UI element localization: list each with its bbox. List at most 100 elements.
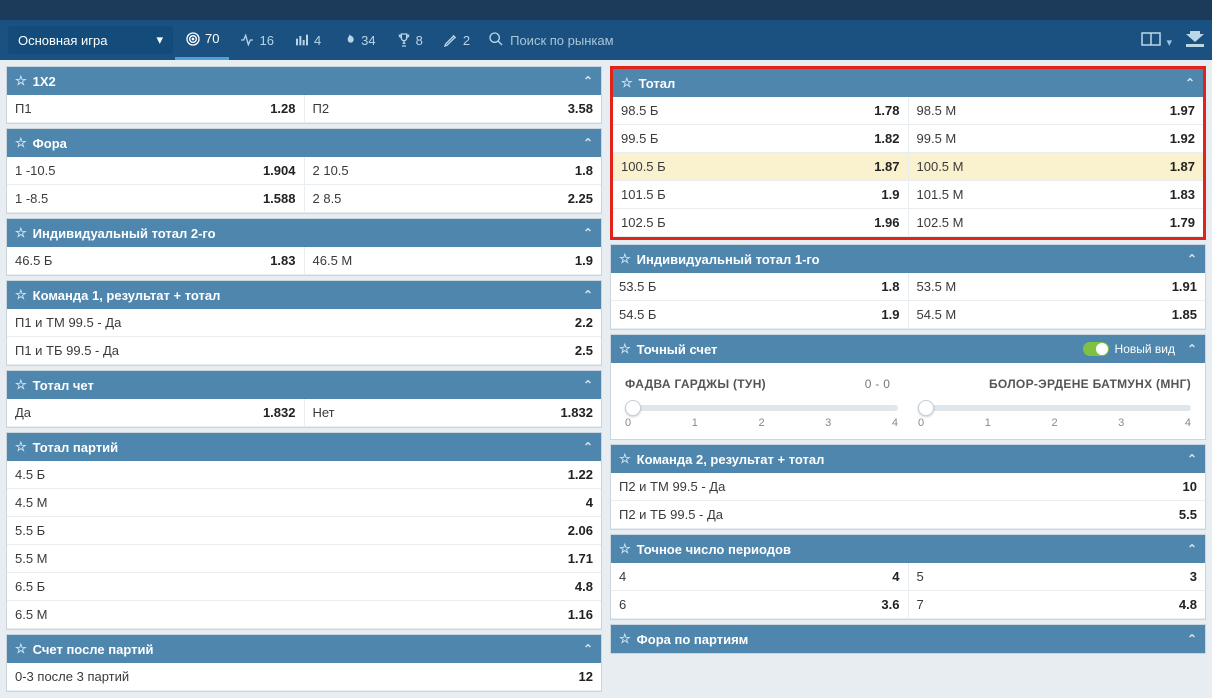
panel-header[interactable]: ☆Тотал партий⌃ xyxy=(7,433,601,461)
star-icon[interactable]: ☆ xyxy=(15,135,27,151)
collapse-icon[interactable]: ⌃ xyxy=(583,642,593,656)
odds-value: 1.588 xyxy=(256,191,296,206)
star-icon[interactable]: ☆ xyxy=(15,225,27,241)
odds-cell[interactable]: П1 и ТМ 99.5 - Да2.2 xyxy=(7,309,601,337)
odds-cell[interactable]: 2 8.52.25 xyxy=(305,185,602,213)
score-slider[interactable]: 01234 xyxy=(918,405,1191,429)
download-icon[interactable] xyxy=(1186,31,1204,50)
odds-cell[interactable]: 2 10.51.8 xyxy=(305,157,602,185)
star-icon[interactable]: ☆ xyxy=(15,641,27,657)
odds-cell[interactable]: 46.5 М1.9 xyxy=(305,247,602,275)
odds-cell[interactable]: 74.8 xyxy=(909,591,1206,619)
odds-cell[interactable]: П2 и ТМ 99.5 - Да10 xyxy=(611,473,1205,501)
collapse-icon[interactable]: ⌃ xyxy=(583,136,593,150)
odds-cell[interactable]: 98.5 М1.97 xyxy=(909,97,1204,125)
panel-header[interactable]: ☆Точное число периодов⌃ xyxy=(611,535,1205,563)
odds-cell[interactable]: 4.5 М4 xyxy=(7,489,601,517)
star-icon[interactable]: ☆ xyxy=(621,75,633,91)
odds-cell[interactable]: 1 -8.51.588 xyxy=(7,185,305,213)
collapse-icon[interactable]: ⌃ xyxy=(1187,452,1197,466)
odds-cell[interactable]: 102.5 М1.79 xyxy=(909,209,1204,237)
game-mode-select[interactable]: Основная игра ▾ xyxy=(8,26,173,54)
panel-header[interactable]: ☆1Х2⌃ xyxy=(7,67,601,95)
odds-cell[interactable]: 101.5 Б1.9 xyxy=(613,181,909,209)
odds-cell[interactable]: 44 xyxy=(611,563,909,591)
odds-cell[interactable]: 0-3 после 3 партий12 xyxy=(7,663,601,691)
star-icon[interactable]: ☆ xyxy=(15,287,27,303)
collapse-icon[interactable]: ⌃ xyxy=(1187,542,1197,556)
odds-cell[interactable]: П2 и ТБ 99.5 - Да5.5 xyxy=(611,501,1205,529)
layout-icon[interactable]: ▾ xyxy=(1141,32,1172,49)
toolbar-filter-pencil[interactable]: 2 xyxy=(433,20,480,60)
collapse-icon[interactable]: ⌃ xyxy=(583,74,593,88)
star-icon[interactable]: ☆ xyxy=(15,73,27,89)
collapse-icon[interactable]: ⌃ xyxy=(583,288,593,302)
collapse-icon[interactable]: ⌃ xyxy=(583,378,593,392)
collapse-icon[interactable]: ⌃ xyxy=(1187,632,1197,646)
toolbar-filter-trophy[interactable]: 8 xyxy=(386,20,433,60)
odds-cell[interactable]: 1 -10.51.904 xyxy=(7,157,305,185)
panel-header[interactable]: ☆Команда 2, результат + тотал⌃ xyxy=(611,445,1205,473)
new-view-toggle[interactable]: Новый вид xyxy=(1083,342,1175,356)
odds-cell[interactable]: П23.58 xyxy=(305,95,602,123)
star-icon[interactable]: ☆ xyxy=(619,251,631,267)
toolbar-filter-flame[interactable]: 34 xyxy=(331,20,385,60)
toolbar-filter-bars[interactable]: 4 xyxy=(284,20,331,60)
panel-header[interactable]: ☆Точный счетНовый вид⌃ xyxy=(611,335,1205,363)
odds-cell[interactable]: 54.5 Б1.9 xyxy=(611,301,909,329)
odds-cell[interactable]: 102.5 Б1.96 xyxy=(613,209,909,237)
odds-cell[interactable]: 63.6 xyxy=(611,591,909,619)
odds-cell[interactable]: 6.5 М1.16 xyxy=(7,601,601,629)
star-icon[interactable]: ☆ xyxy=(15,377,27,393)
collapse-icon[interactable]: ⌃ xyxy=(1187,342,1197,356)
odds-cell[interactable]: 53 xyxy=(909,563,1206,591)
odds-cell[interactable]: 100.5 Б1.87 xyxy=(613,153,909,181)
collapse-icon[interactable]: ⌃ xyxy=(583,226,593,240)
search-icon[interactable] xyxy=(488,31,504,50)
search-input[interactable] xyxy=(510,33,730,48)
score-slider[interactable]: 01234 xyxy=(625,405,898,429)
collapse-icon[interactable]: ⌃ xyxy=(583,440,593,454)
odds-cell[interactable]: 4.5 Б1.22 xyxy=(7,461,601,489)
panel-title: Фора по партиям xyxy=(637,632,749,647)
odds-cell[interactable]: 6.5 Б4.8 xyxy=(7,573,601,601)
star-icon[interactable]: ☆ xyxy=(15,439,27,455)
slider-thumb[interactable] xyxy=(625,400,641,416)
odds-cell[interactable]: 100.5 М1.87 xyxy=(909,153,1204,181)
star-icon[interactable]: ☆ xyxy=(619,341,631,357)
odds-cell[interactable]: П1 и ТБ 99.5 - Да2.5 xyxy=(7,337,601,365)
odds-value: 1.91 xyxy=(1157,279,1197,294)
odds-cell[interactable]: Да1.832 xyxy=(7,399,305,427)
panel-header[interactable]: ☆Тотал чет⌃ xyxy=(7,371,601,399)
odds-cell[interactable]: П11.28 xyxy=(7,95,305,123)
star-icon[interactable]: ☆ xyxy=(619,451,631,467)
market-panel: ☆Команда 2, результат + тотал⌃П2 и ТМ 99… xyxy=(610,444,1206,530)
odds-cell[interactable]: 53.5 М1.91 xyxy=(909,273,1206,301)
star-icon[interactable]: ☆ xyxy=(619,631,631,647)
slider-thumb[interactable] xyxy=(918,400,934,416)
odds-cell[interactable]: Нет1.832 xyxy=(305,399,602,427)
odds-cell[interactable]: 101.5 М1.83 xyxy=(909,181,1204,209)
odds-value: 4 xyxy=(553,495,593,510)
star-icon[interactable]: ☆ xyxy=(619,541,631,557)
odds-cell[interactable]: 46.5 Б1.83 xyxy=(7,247,305,275)
collapse-icon[interactable]: ⌃ xyxy=(1187,252,1197,266)
odds-cell[interactable]: 54.5 М1.85 xyxy=(909,301,1206,329)
panel-header[interactable]: ☆ Фора по партиям ⌃ xyxy=(611,625,1205,653)
market-row: 0-3 после 3 партий12 xyxy=(7,663,601,691)
collapse-icon[interactable]: ⌃ xyxy=(1185,76,1195,90)
panel-header[interactable]: ☆Тотал⌃ xyxy=(613,69,1203,97)
panel-header[interactable]: ☆Фора⌃ xyxy=(7,129,601,157)
toolbar-filter-timeline[interactable]: 16 xyxy=(229,20,283,60)
odds-cell[interactable]: 5.5 М1.71 xyxy=(7,545,601,573)
panel-header[interactable]: ☆Индивидуальный тотал 1-го⌃ xyxy=(611,245,1205,273)
panel-header[interactable]: ☆Индивидуальный тотал 2-го⌃ xyxy=(7,219,601,247)
panel-header[interactable]: ☆Команда 1, результат + тотал⌃ xyxy=(7,281,601,309)
odds-cell[interactable]: 5.5 Б2.06 xyxy=(7,517,601,545)
odds-cell[interactable]: 99.5 М1.92 xyxy=(909,125,1204,153)
panel-header[interactable]: ☆Счет после партий⌃ xyxy=(7,635,601,663)
odds-cell[interactable]: 99.5 Б1.82 xyxy=(613,125,909,153)
odds-cell[interactable]: 53.5 Б1.8 xyxy=(611,273,909,301)
toolbar-filter-target[interactable]: 70 xyxy=(175,20,229,60)
odds-cell[interactable]: 98.5 Б1.78 xyxy=(613,97,909,125)
